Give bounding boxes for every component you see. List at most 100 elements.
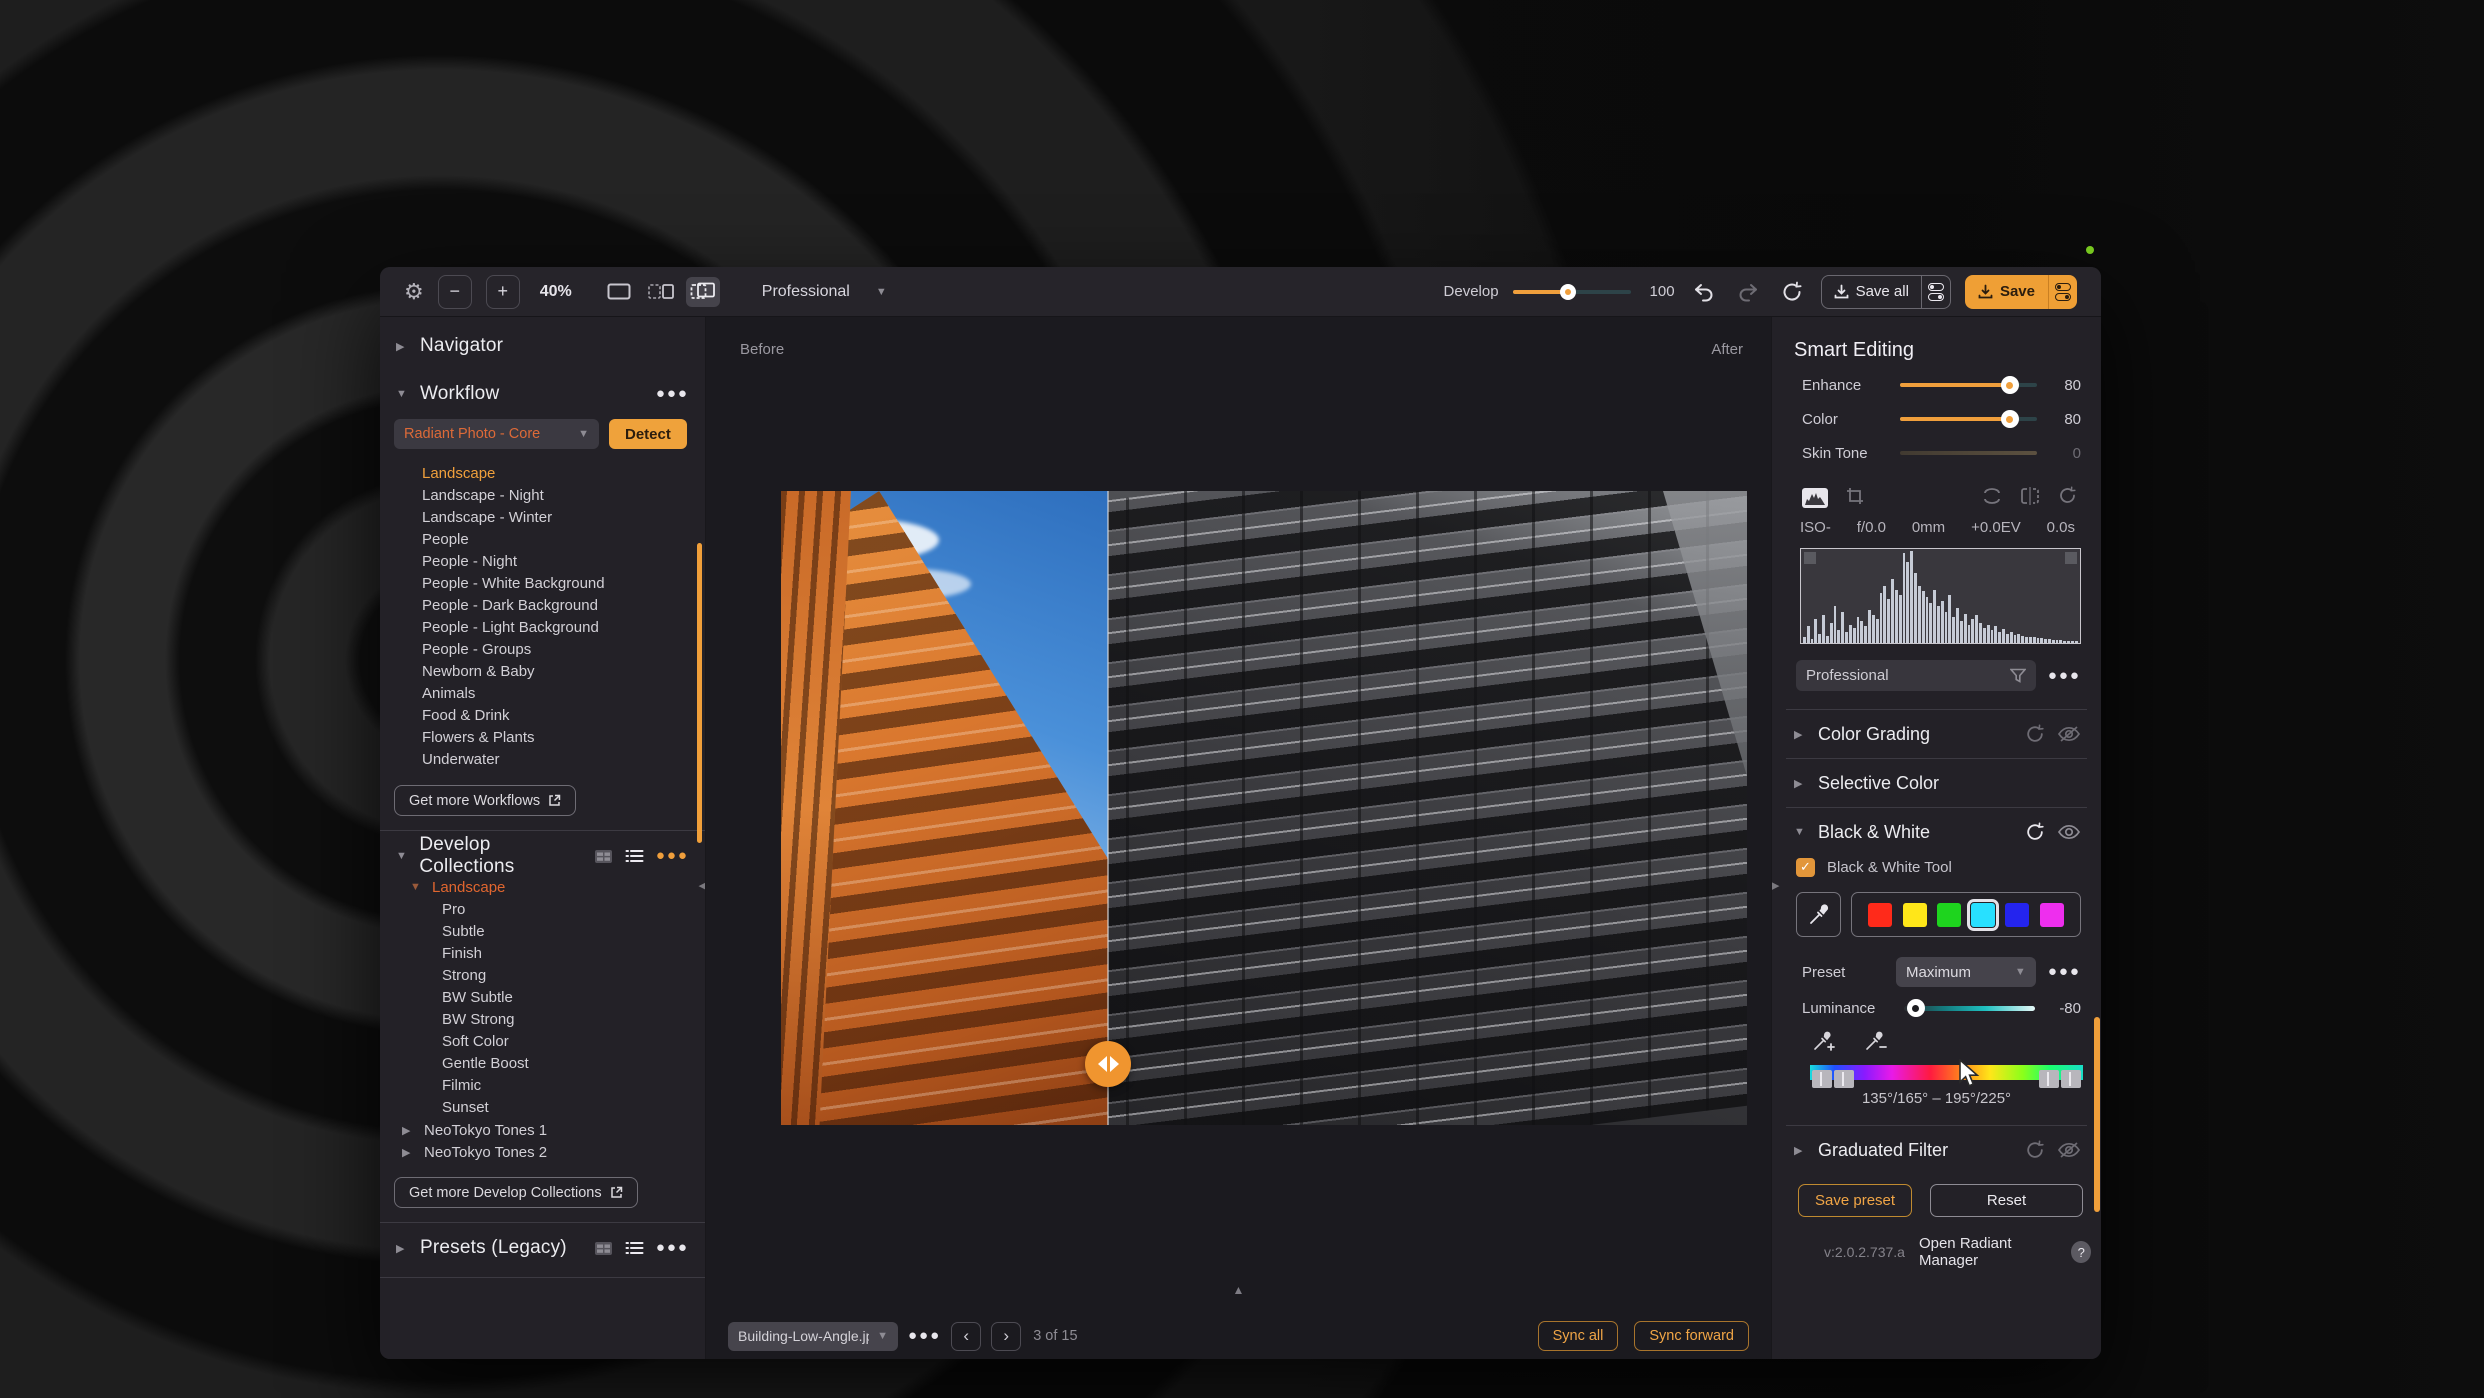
filename-dropdown[interactable]: Building-Low-Angle.jp ▼ <box>728 1321 898 1351</box>
list-view-icon[interactable] <box>625 849 644 863</box>
hue-range-handle[interactable] <box>1812 1070 1832 1088</box>
collection-item[interactable]: BW Subtle <box>380 987 705 1009</box>
slider-control[interactable] <box>1900 444 2037 462</box>
workflow-scrollbar[interactable] <box>697 543 702 843</box>
workflow-item[interactable]: Animals <box>380 683 697 705</box>
graduated-filter-section-header[interactable]: ▶ Graduated Filter <box>1772 1126 2101 1174</box>
collection-item[interactable]: Pro <box>380 899 705 921</box>
bw-preset-dropdown[interactable]: Maximum ▼ <box>1896 957 2036 987</box>
selective-color-section-header[interactable]: ▶ Selective Color <box>1772 759 2101 807</box>
redo-icon[interactable] <box>1733 282 1763 302</box>
color-picker-eyedropper-button[interactable] <box>1796 892 1841 937</box>
add-hue-eyedropper-icon[interactable] <box>1812 1029 1838 1057</box>
undo-icon[interactable] <box>1689 282 1719 302</box>
collection-group-collapsed[interactable]: ▶ NeoTokyo Tones 2 <box>380 1141 705 1163</box>
collection-item[interactable]: BW Strong <box>380 1009 705 1031</box>
zoom-in-button[interactable]: + <box>485 274 520 309</box>
compare-split-handle[interactable] <box>1085 1041 1131 1087</box>
save-preset-button[interactable]: Save preset <box>1798 1184 1913 1217</box>
slider-control[interactable] <box>1900 410 2037 428</box>
sync-forward-button[interactable]: Sync forward <box>1634 1321 1749 1351</box>
visibility-on-icon[interactable] <box>2057 823 2081 841</box>
grid-view-icon[interactable] <box>594 1241 613 1256</box>
zoom-out-button[interactable]: − <box>437 274 472 309</box>
bw-color-swatch[interactable] <box>2039 902 2064 927</box>
list-view-icon[interactable] <box>625 1241 644 1255</box>
save-all-button[interactable]: Save all <box>1820 274 1951 309</box>
panel-collapse-handle[interactable]: ▶ <box>1772 879 1779 892</box>
visibility-off-icon[interactable] <box>2057 725 2081 743</box>
profile-dropdown[interactable]: Professional <box>1796 660 2036 691</box>
get-more-workflows-button[interactable]: Get more Workflows <box>394 785 577 816</box>
get-more-develop-collections-button[interactable]: Get more Develop Collections <box>394 1177 638 1208</box>
bw-color-swatch[interactable] <box>1967 898 2000 931</box>
collection-item[interactable]: Gentle Boost <box>380 1053 705 1075</box>
open-radiant-manager-link[interactable]: Open Radiant Manager <box>1919 1235 2058 1269</box>
bw-color-swatch[interactable] <box>2005 902 2030 927</box>
hue-range-handle[interactable] <box>1834 1070 1854 1088</box>
grid-view-icon[interactable] <box>594 849 613 864</box>
reset-image-icon[interactable] <box>1777 281 1807 303</box>
workflow-item[interactable]: People - Dark Background <box>380 595 697 617</box>
crop-icon[interactable] <box>1846 487 1864 509</box>
luminance-slider[interactable] <box>1904 999 2035 1017</box>
remove-hue-eyedropper-icon[interactable] <box>1864 1029 1890 1057</box>
workflow-item[interactable]: People - White Background <box>380 573 697 595</box>
bw-color-swatch[interactable] <box>1902 902 1927 927</box>
workflow-item[interactable]: Landscape - Winter <box>380 507 697 529</box>
hue-range-handle[interactable] <box>2061 1070 2081 1088</box>
hue-range-strip[interactable] <box>1810 1065 2083 1088</box>
develop-slider[interactable] <box>1512 283 1631 300</box>
split-view-icon[interactable] <box>685 276 720 307</box>
workflow-item[interactable]: People - Night <box>380 551 697 573</box>
save-options-toggle[interactable] <box>2048 274 2077 309</box>
collection-item[interactable]: Filmic <box>380 1075 705 1097</box>
sidebar-collapse-handle[interactable]: ◀ <box>699 879 705 892</box>
collection-item[interactable]: Subtle <box>380 921 705 943</box>
next-image-button[interactable]: › <box>991 1321 1022 1351</box>
black-white-section-header[interactable]: ▼ Black & White <box>1772 808 2101 856</box>
detect-button[interactable]: Detect <box>609 419 687 449</box>
reset-button[interactable]: Reset <box>1930 1184 2083 1217</box>
workflow-section-header[interactable]: ▼ Workflow ●●● <box>380 379 705 409</box>
reset-section-icon[interactable] <box>2025 822 2045 842</box>
save-all-options-toggle[interactable] <box>1920 275 1950 308</box>
visibility-off-icon[interactable] <box>2057 1141 2081 1159</box>
black-white-tool-checkbox[interactable]: ✓ <box>1796 857 1815 877</box>
panel-scrollbar[interactable] <box>2094 1017 2100 1212</box>
collection-item[interactable]: Sunset <box>380 1097 705 1119</box>
highlight-clip-indicator[interactable] <box>2065 552 2077 564</box>
single-view-icon[interactable] <box>602 277 636 307</box>
bw-color-swatch[interactable] <box>1936 902 1961 927</box>
color-grading-section-header[interactable]: ▶ Color Grading <box>1772 710 2101 758</box>
workflow-item[interactable]: Flowers & Plants <box>380 727 697 749</box>
collection-item[interactable]: Strong <box>380 965 705 987</box>
workflow-item[interactable]: Landscape <box>380 463 697 485</box>
help-icon[interactable]: ? <box>2071 1241 2091 1263</box>
hue-range-handle[interactable] <box>2039 1070 2059 1088</box>
workflow-item[interactable]: People - Light Background <box>380 617 697 639</box>
save-button[interactable]: Save <box>1964 274 2077 309</box>
flip-horizontal-icon[interactable] <box>2020 486 2040 509</box>
workflow-item[interactable]: Underwater <box>380 749 697 771</box>
navigator-section-header[interactable]: ▶ Navigator <box>380 331 705 361</box>
workflow-item[interactable]: Food & Drink <box>380 705 697 727</box>
compare-split-line[interactable] <box>1107 491 1109 1125</box>
workflow-item[interactable]: People <box>380 529 697 551</box>
reset-section-icon[interactable] <box>2025 724 2045 744</box>
flip-vertical-icon[interactable] <box>1982 487 2002 509</box>
sync-all-button[interactable]: Sync all <box>1537 1321 1619 1351</box>
develop-collections-header[interactable]: ▼ Develop Collections ●●● <box>380 834 705 877</box>
histogram-toggle-icon[interactable] <box>1802 487 1828 508</box>
workflow-item[interactable]: Newborn & Baby <box>380 661 697 683</box>
collection-group-collapsed[interactable]: ▶ NeoTokyo Tones 1 <box>380 1119 705 1141</box>
slider-control[interactable] <box>1900 376 2037 394</box>
collection-item[interactable]: Soft Color <box>380 1031 705 1053</box>
reset-section-icon[interactable] <box>2025 1140 2045 1160</box>
toolbar-profile-dropdown[interactable]: Professional ▼ <box>762 283 887 301</box>
workflow-item[interactable]: Landscape - Night <box>380 485 697 507</box>
filmstrip-expand-icon[interactable]: ▲ <box>1233 1283 1245 1297</box>
presets-legacy-header[interactable]: ▶ Presets (Legacy) ●●● <box>380 1233 705 1263</box>
shadow-clip-indicator[interactable] <box>1804 552 1816 564</box>
collection-item[interactable]: Finish <box>380 943 705 965</box>
